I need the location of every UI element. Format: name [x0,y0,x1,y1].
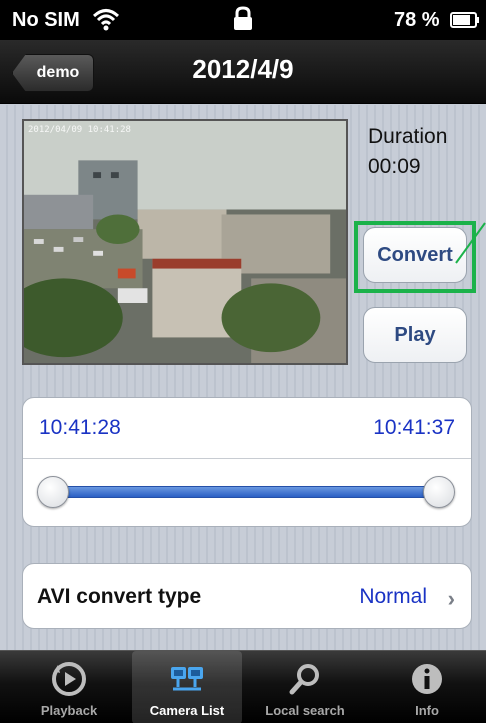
lock-icon [234,6,252,30]
status-bar: No SIM 78 % [0,0,486,40]
tab-label: Local search [265,703,345,718]
back-button[interactable]: demo [12,54,94,92]
range-end-handle[interactable] [423,476,455,508]
duration-value: 00:09 [368,155,421,178]
tab-label: Playback [40,703,98,718]
tab-local-search[interactable]: Local search [250,651,360,723]
navigation-bar: 2012/4/9 demo [0,40,486,104]
convert-button[interactable]: Convert [363,227,467,283]
tab-bar: Playback Camera List Local search Info [0,650,486,723]
range-end-time: 10:41:37 [373,416,455,439]
avi-convert-type-value: Normal [359,585,427,608]
avi-convert-type-label: AVI convert type [37,585,202,608]
tab-playback[interactable]: Playback [14,651,124,723]
playback-icon [52,662,86,696]
annotation-line [455,222,486,264]
city-scene-thumbnail [24,121,346,363]
tab-info[interactable]: Info [372,651,482,723]
info-icon [412,664,442,694]
avi-convert-type-row[interactable]: AVI convert type Normal › [22,563,472,629]
main-content: 2012/04/09 10:41:28 Duration 00:09 Conve… [0,105,486,650]
range-slider-track[interactable] [53,486,445,498]
range-start-time: 10:41:28 [39,416,121,439]
tab-label: Info [415,703,439,718]
battery-percent: 78 % [394,9,440,31]
duration-label: Duration [368,125,448,148]
time-range-card: 10:41:28 10:41:37 [22,397,472,527]
carrier-label: No SIM [12,9,80,31]
camera-list-icon [171,667,203,691]
play-button[interactable]: Play [363,307,467,363]
video-preview[interactable]: 2012/04/09 10:41:28 [22,119,348,365]
wifi-icon [92,9,120,31]
battery-icon [450,12,479,28]
range-start-handle[interactable] [37,476,69,508]
chevron-right-icon: › [447,586,455,611]
search-icon [289,664,319,695]
video-timestamp: 2012/04/09 10:41:28 [28,125,131,135]
tab-label: Camera List [149,703,225,718]
card-divider [23,458,471,459]
tab-camera-list[interactable]: Camera List [132,651,242,723]
